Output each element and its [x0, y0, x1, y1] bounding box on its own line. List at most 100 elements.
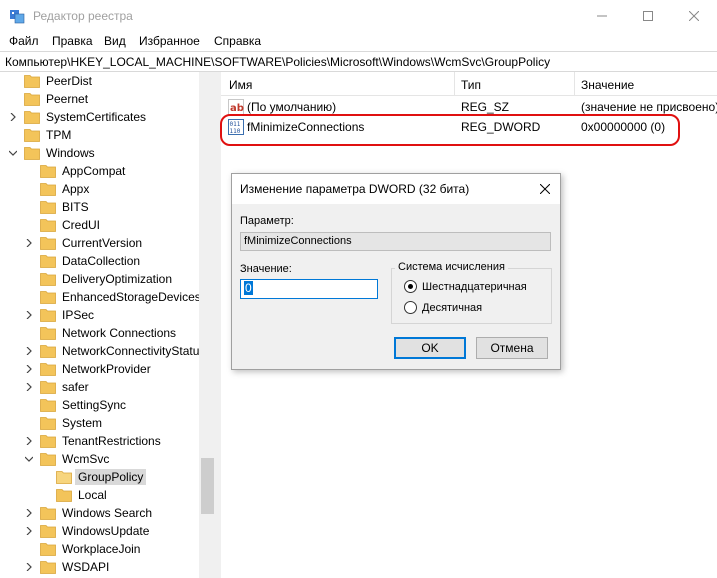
tree-item-label[interactable]: Network Connections — [59, 325, 179, 341]
tree-item-label[interactable]: Peernet — [43, 91, 91, 107]
value-input-text[interactable]: 0 — [244, 281, 253, 295]
tree-item[interactable]: CurrentVersion — [26, 234, 145, 252]
tree-item-label[interactable]: WSDAPI — [59, 559, 112, 575]
tree-item[interactable]: EnhancedStorageDevices — [40, 288, 204, 306]
chevron-right-icon[interactable] — [25, 383, 33, 391]
tree-item[interactable]: DataCollection — [40, 252, 143, 270]
chevron-right-icon[interactable] — [25, 563, 33, 571]
tree-item-label[interactable]: GroupPolicy — [75, 469, 147, 485]
radio-hex-indicator[interactable] — [404, 280, 417, 293]
tree-item[interactable]: Windows Search — [26, 504, 155, 522]
tree-item[interactable]: WSDAPI — [26, 558, 112, 576]
tree-scrollbar[interactable] — [199, 72, 216, 578]
tree-item-label[interactable]: WcmSvc — [59, 451, 112, 467]
column-separator[interactable] — [454, 72, 455, 96]
tree-item[interactable]: WorkplaceJoin — [40, 540, 143, 558]
tree-item-label[interactable]: TenantRestrictions — [59, 433, 164, 449]
tree-item[interactable]: Appx — [40, 180, 92, 198]
tree-item-label[interactable]: TPM — [43, 127, 74, 143]
minimize-button[interactable] — [579, 0, 625, 31]
tree-item-label[interactable]: NetworkConnectivityStatus — [59, 343, 208, 359]
radio-hex-label[interactable]: Шестнадцатеричная — [422, 281, 527, 293]
cancel-button[interactable]: Отмена — [476, 337, 548, 359]
tree-item[interactable]: GroupPolicy — [56, 468, 147, 486]
tree-item[interactable]: AppCompat — [40, 162, 128, 180]
tree-item-label[interactable]: Windows — [43, 145, 98, 161]
tree-item[interactable]: BITS — [40, 198, 92, 216]
column-name[interactable]: Имя — [229, 78, 252, 92]
maximize-button[interactable] — [625, 0, 671, 31]
chevron-right-icon[interactable] — [25, 347, 33, 355]
tree-item[interactable]: NetworkConnectivityStatus — [26, 342, 208, 360]
tree-item-label[interactable]: BITS — [59, 199, 92, 215]
chevron-right-icon[interactable] — [9, 113, 17, 121]
tree-item-label[interactable]: EnhancedStorageDevices — [59, 289, 204, 305]
menu-edit[interactable]: Правка — [52, 34, 93, 48]
tree-item[interactable]: Peernet — [24, 90, 91, 108]
tree-item[interactable]: DeliveryOptimization — [40, 270, 175, 288]
chevron-down-icon[interactable] — [25, 455, 33, 463]
column-separator[interactable] — [574, 72, 575, 96]
tree-item-label[interactable]: PeerDist — [43, 73, 95, 89]
folder-icon — [40, 201, 56, 214]
tree-item[interactable]: NetworkProvider — [26, 360, 154, 378]
tree-item[interactable]: Windows — [9, 144, 98, 162]
tree-item[interactable]: System — [40, 414, 105, 432]
tree-item-label[interactable]: AppCompat — [59, 163, 128, 179]
tree-item-label[interactable]: SystemCertificates — [43, 109, 149, 125]
column-value[interactable]: Значение — [581, 78, 634, 92]
key-tree[interactable]: PeerDist Peernet SystemCertificates TPM Wind… — [0, 72, 216, 578]
chevron-right-icon[interactable] — [25, 437, 33, 445]
tree-item-label[interactable]: DataCollection — [59, 253, 143, 269]
tree-item[interactable]: SystemCertificates — [10, 108, 149, 126]
tree-item[interactable]: Local — [56, 486, 110, 504]
close-button[interactable] — [671, 0, 717, 31]
tree-item-label[interactable]: Appx — [59, 181, 92, 197]
tree-item-label[interactable]: SettingSync — [59, 397, 129, 413]
tree-item-label[interactable]: Windows Search — [59, 505, 155, 521]
tree-item[interactable]: safer — [26, 378, 92, 396]
tree-item-label[interactable]: NetworkProvider — [59, 361, 154, 377]
address-path[interactable]: Компьютер\HKEY_LOCAL_MACHINE\SOFTWARE\Po… — [5, 55, 550, 69]
tree-item-label[interactable]: WorkplaceJoin — [59, 541, 143, 557]
radio-hex[interactable]: Шестнадцатеричная — [404, 280, 527, 293]
tree-item-label[interactable]: DeliveryOptimization — [59, 271, 175, 287]
radio-decimal[interactable]: Десятичная — [404, 301, 482, 314]
address-bar[interactable]: Компьютер\HKEY_LOCAL_MACHINE\SOFTWARE\Po… — [0, 51, 717, 72]
chevron-down-icon[interactable] — [9, 149, 17, 157]
dialog-close-button[interactable] — [536, 180, 554, 198]
tree-item[interactable]: TenantRestrictions — [26, 432, 164, 450]
tree-item[interactable]: IPSec — [26, 306, 97, 324]
base-groupbox — [391, 268, 552, 324]
tree-item-label[interactable]: safer — [59, 379, 92, 395]
folder-icon — [24, 93, 40, 106]
tree-item[interactable]: TPM — [24, 126, 74, 144]
tree-item-label[interactable]: WindowsUpdate — [59, 523, 152, 539]
chevron-right-icon[interactable] — [25, 311, 33, 319]
menu-file[interactable]: Файл — [9, 34, 39, 48]
tree-item[interactable]: SettingSync — [40, 396, 129, 414]
radio-decimal-indicator[interactable] — [404, 301, 417, 314]
tree-item[interactable]: PeerDist — [24, 72, 95, 90]
tree-item-label[interactable]: System — [59, 415, 105, 431]
menu-favorites[interactable]: Избранное — [139, 34, 200, 48]
chevron-right-icon[interactable] — [25, 239, 33, 247]
radio-decimal-label[interactable]: Десятичная — [422, 302, 482, 314]
tree-item[interactable]: WindowsUpdate — [26, 522, 152, 540]
chevron-right-icon[interactable] — [25, 527, 33, 535]
tree-item[interactable]: CredUI — [40, 216, 103, 234]
menu-help[interactable]: Справка — [214, 34, 261, 48]
column-type[interactable]: Тип — [461, 78, 481, 92]
tree-item-label[interactable]: CredUI — [59, 217, 103, 233]
value-input[interactable]: 0 — [240, 279, 378, 299]
tree-item-label[interactable]: Local — [75, 487, 110, 503]
chevron-right-icon[interactable] — [25, 509, 33, 517]
tree-item[interactable]: WcmSvc — [25, 450, 112, 468]
tree-item-label[interactable]: CurrentVersion — [59, 235, 145, 251]
tree-item-label[interactable]: IPSec — [59, 307, 97, 323]
menu-view[interactable]: Вид — [104, 34, 126, 48]
ok-button[interactable]: OK — [394, 337, 466, 359]
chevron-right-icon[interactable] — [25, 365, 33, 373]
tree-item[interactable]: Network Connections — [40, 324, 179, 342]
tree-scroll-thumb[interactable] — [201, 458, 214, 514]
